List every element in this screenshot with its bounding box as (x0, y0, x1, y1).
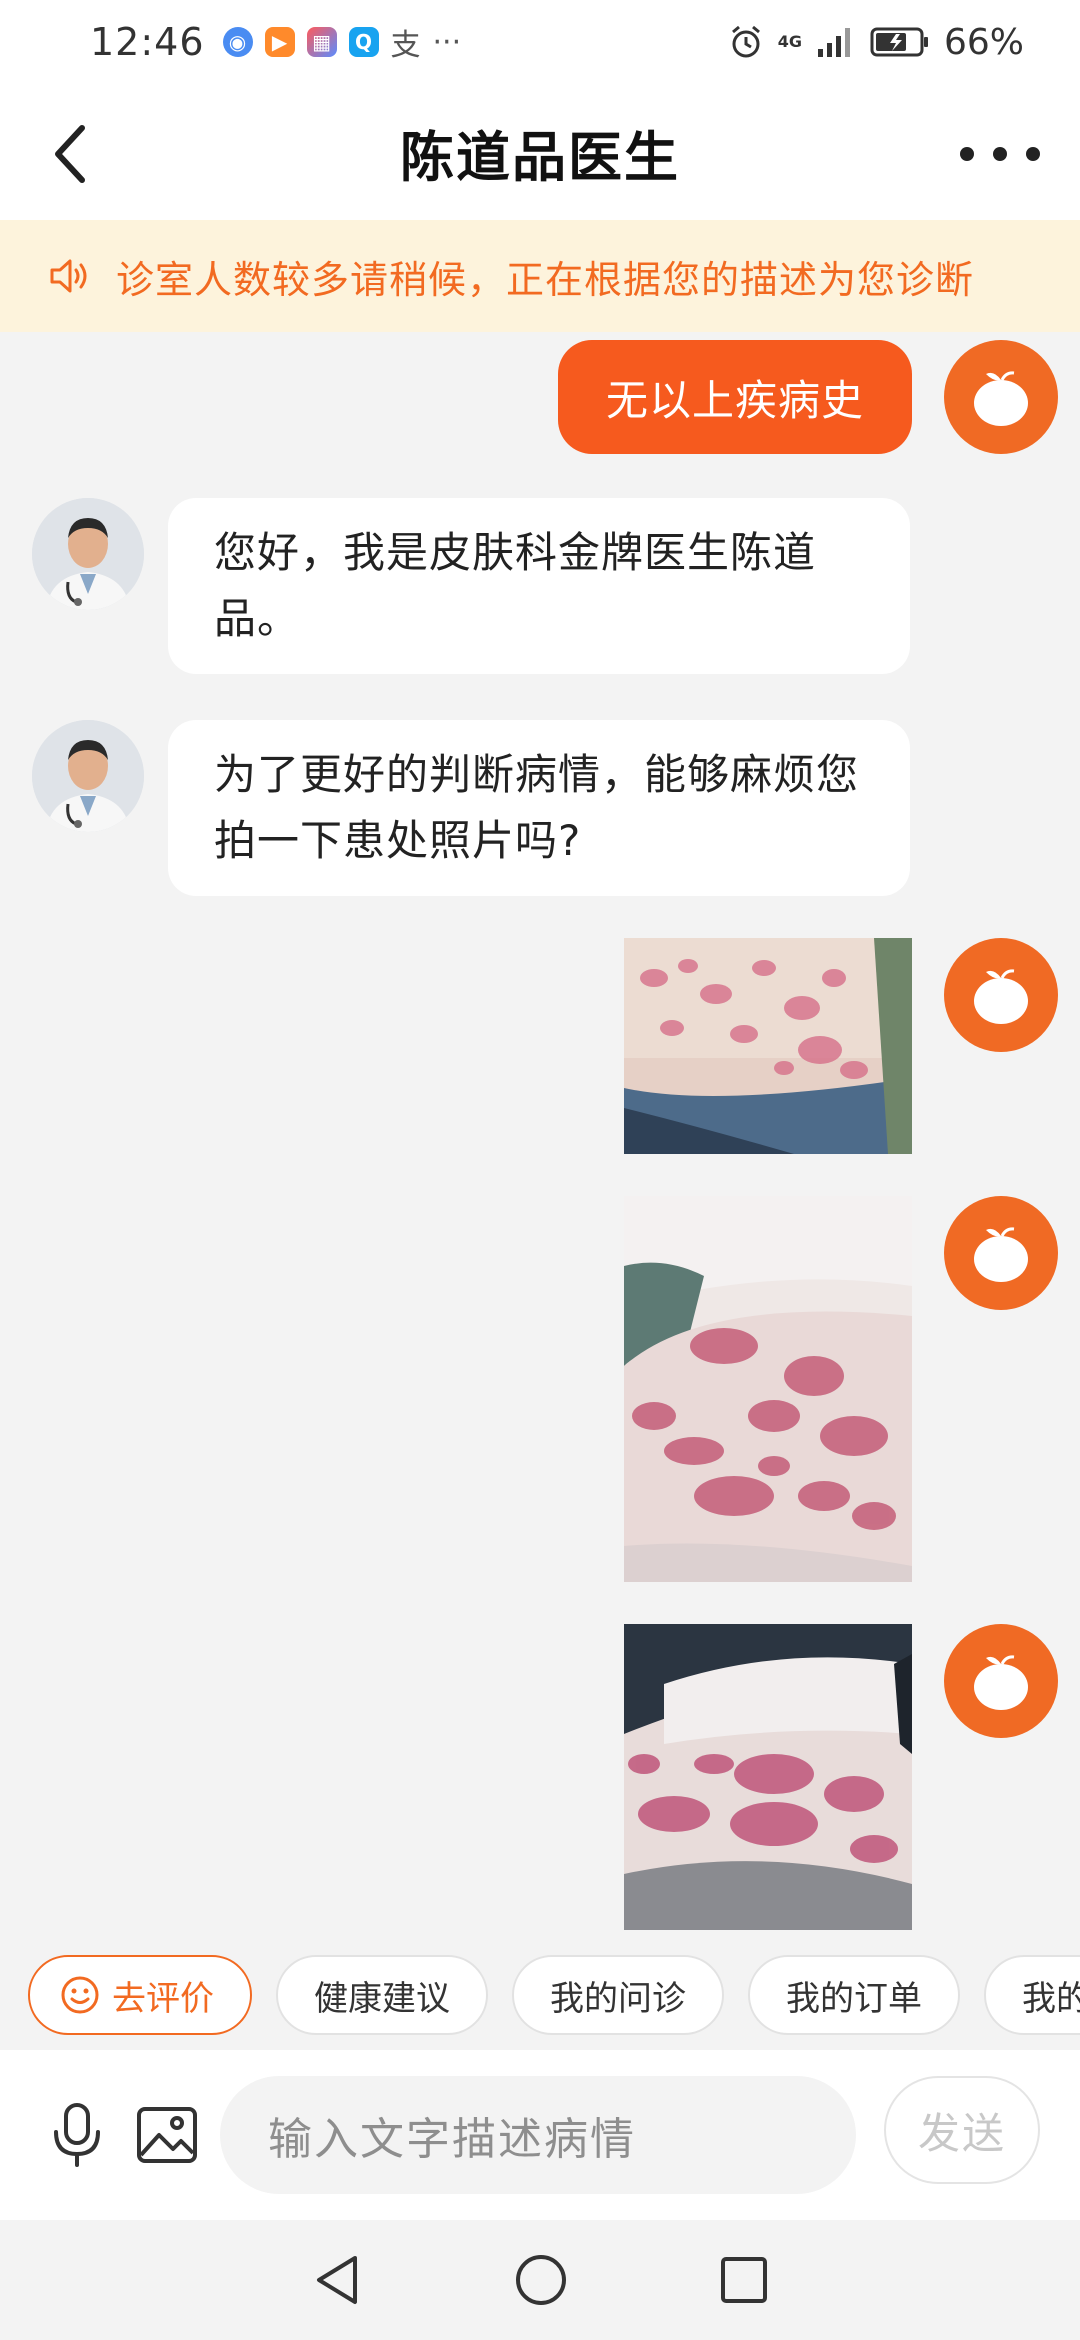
more-notifications-icon: ··· (432, 24, 462, 60)
chip-label: 我的问诊 (550, 1978, 686, 2019)
search-app-icon: Q (348, 27, 379, 57)
doctor-portrait (32, 498, 144, 610)
user-avatar[interactable] (944, 340, 1058, 454)
user-avatar[interactable] (944, 1196, 1058, 1310)
voice-button[interactable] (42, 2100, 112, 2170)
video-app-icon: ▶ (264, 27, 295, 57)
smile-icon (61, 1976, 99, 2014)
nav-recents-icon[interactable] (719, 2255, 769, 2305)
microphone-icon (54, 2103, 100, 2167)
notification-glyph: 支 (390, 28, 421, 63)
store-app-icon: ▦ (306, 27, 337, 57)
battery-percent: 66% (943, 21, 1024, 63)
my-orders-button[interactable]: 我的订单 (748, 1955, 960, 2035)
chevron-left-icon (55, 125, 85, 183)
chip-label: 我的 (1022, 1978, 1080, 2019)
doctor-avatar[interactable] (32, 720, 144, 832)
dot-icon (993, 147, 1007, 161)
status-time: 12:46 (90, 20, 205, 64)
skin-photo-1[interactable] (624, 938, 912, 1154)
status-bar: 12:46 ◉ ▶ ▦ Q 支 ··· 4G 66% (0, 0, 1080, 84)
battery-icon (870, 27, 928, 57)
doctor-message-bubble: 为了更好的判断病情，能够麻烦您拍一下患处照片吗? (168, 720, 910, 896)
nav-back-icon[interactable] (311, 2252, 363, 2308)
system-nav-bar (0, 2220, 1080, 2340)
dot-icon (960, 147, 974, 161)
send-button[interactable]: 发送 (884, 2076, 1040, 2184)
image-icon (137, 2107, 197, 2163)
app-header: 陈道品医生 (0, 84, 1080, 220)
quick-action-bar: 去评价 健康建议 我的问诊 我的订单 我的 (0, 1940, 1080, 2050)
orange-icon (974, 969, 1028, 1024)
image-upload-button[interactable] (132, 2100, 202, 2170)
queue-notice-banner: 诊室人数较多请稍候，正在根据您的描述为您诊断 (0, 220, 1080, 332)
skin-rash-image (624, 938, 912, 1154)
my-consultations-button[interactable]: 我的问诊 (512, 1955, 724, 2035)
chat-area[interactable]: 无以上疾病史 您好，我是皮肤科金牌医生陈道品。 为了更好的判断病情，能够麻烦您拍… (0, 332, 1080, 1940)
orange-icon (974, 1227, 1028, 1282)
health-advice-button[interactable]: 健康建议 (276, 1955, 488, 2035)
back-button[interactable] (40, 114, 100, 194)
user-message-bubble: 无以上疾病史 (557, 340, 912, 454)
orange-icon (974, 1655, 1028, 1710)
chip-label: 我的订单 (786, 1978, 922, 2019)
doctor-message-bubble: 您好，我是皮肤科金牌医生陈道品。 (168, 498, 910, 674)
speaker-icon (50, 259, 87, 293)
message-input[interactable]: 输入文字描述病情 (220, 2076, 856, 2194)
message-input-bar: 输入文字描述病情 发送 (0, 2050, 1080, 2220)
notice-text: 诊室人数较多请稍候，正在根据您的描述为您诊断 (116, 257, 975, 302)
orange-icon (974, 371, 1028, 426)
more-options-button[interactable] (960, 124, 1040, 184)
skin-photo-2[interactable] (624, 1196, 912, 1582)
skin-photo-3[interactable] (624, 1624, 912, 1930)
user-avatar[interactable] (944, 938, 1058, 1052)
doctor-portrait (32, 720, 144, 832)
user-avatar[interactable] (944, 1624, 1058, 1738)
browser-app-icon: ◉ (222, 27, 253, 57)
alarm-icon (731, 25, 760, 58)
network-type: 4G (777, 32, 802, 51)
my-more-button[interactable]: 我的 (984, 1955, 1080, 2035)
nav-home-icon[interactable] (513, 2252, 569, 2308)
skin-rash-image (624, 1624, 912, 1930)
chip-label: 健康建议 (314, 1978, 450, 2019)
chip-label: 去评价 (112, 1978, 214, 2019)
rate-button[interactable]: 去评价 (28, 1955, 252, 2035)
signal-icon (817, 28, 850, 57)
doctor-avatar[interactable] (32, 498, 144, 610)
dot-icon (1026, 147, 1040, 161)
skin-rash-image (624, 1196, 912, 1582)
page-title: 陈道品医生 (400, 125, 680, 189)
